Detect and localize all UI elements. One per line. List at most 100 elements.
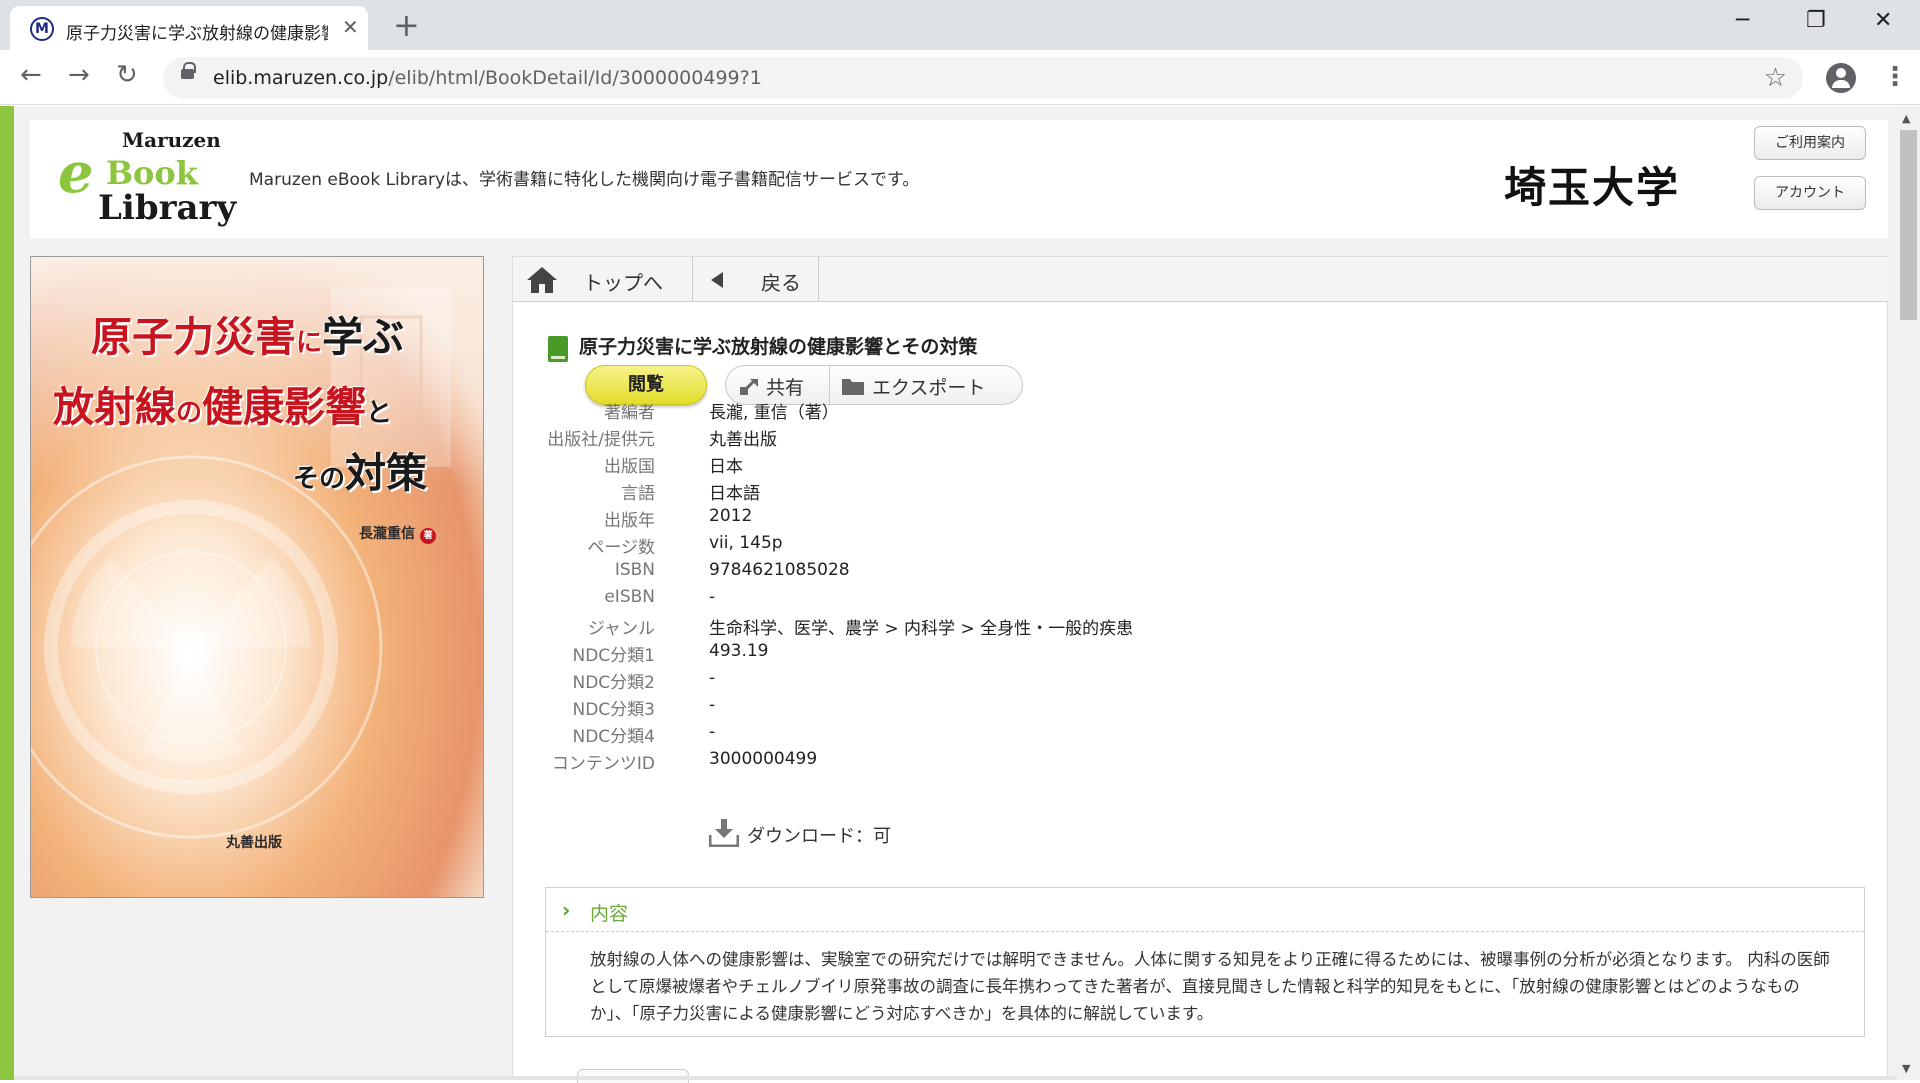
share-icon — [740, 379, 758, 395]
browser-tab-active[interactable]: M 原子力災害に学ぶ放射線の健康影響とその対策 ✕ — [10, 6, 368, 50]
download-icon — [709, 819, 739, 847]
share-label: 共有 — [766, 377, 805, 399]
metadata-value: 長瀧, 重信（著） — [709, 403, 839, 423]
cover-author: 長瀧重信 著 — [359, 523, 437, 544]
logo-text-library: Library — [98, 188, 237, 228]
browser-menu-icon[interactable]: ⋮ — [1882, 62, 1908, 92]
browser-tabstrip: M 原子力災害に学ぶ放射線の健康影響とその対策 ✕ + ─ ❐ ✕ — [0, 0, 1920, 50]
metadata-row: eISBN - — [513, 587, 1413, 614]
cover-title-1c: 学ぶ — [322, 313, 405, 361]
book-icon — [548, 336, 568, 362]
bookmark-star-icon[interactable]: ☆ — [1764, 63, 1787, 93]
minimize-window-button[interactable]: ─ — [1736, 8, 1749, 33]
metadata-row: 出版社/提供元 丸善出版 — [513, 425, 1413, 452]
cover-author-badge: 著 — [420, 528, 437, 544]
metadata-row: ページ数 vii, 145p — [513, 533, 1413, 560]
metadata-value: 2012 — [709, 506, 753, 526]
maruzen-ebook-library-logo[interactable]: Maruzen e Book Library — [54, 126, 254, 230]
metadata-value: 3000000499 — [709, 749, 818, 769]
cover-publisher: 丸善出版 — [226, 835, 282, 851]
cover-author-name: 長瀧重信 — [359, 526, 415, 542]
logo-text-book: Book — [106, 154, 198, 192]
content-section-toggle[interactable]: › 内容 — [546, 888, 1864, 932]
metadata-label: NDC分類1 — [572, 646, 656, 666]
metadata-row: ジャンル 生命科学、医学、農学 > 内科学 > 全身性・一般的疾患 — [513, 614, 1413, 641]
metadata-row: 出版国 日本 — [513, 452, 1413, 479]
nav-top-label: トップへ — [583, 271, 663, 295]
tab-title: 原子力災害に学ぶ放射線の健康影響とその対策 — [66, 24, 328, 44]
metadata-value: - — [709, 695, 716, 715]
institution-name: 埼玉大学 — [1504, 163, 1681, 212]
restore-window-button[interactable]: ❐ — [1806, 8, 1826, 33]
horizontal-scrollbar[interactable] — [14, 1076, 1897, 1080]
tab-close-icon[interactable]: ✕ — [342, 15, 359, 39]
metadata-row: 出版年 2012 — [513, 506, 1413, 533]
metadata-value: 493.19 — [709, 641, 769, 661]
book-cover-image[interactable]: 原子力災害に学ぶ 放射線の健康影響と その対策 長瀧重信 著 丸善出版 — [30, 256, 484, 898]
site-tagline: Maruzen eBook Libraryは、学術書籍に特化した機関向け電子書籍… — [249, 170, 920, 190]
cover-title-1b: に — [296, 328, 323, 358]
cover-title-3a: その — [293, 464, 346, 494]
new-tab-button[interactable]: + — [393, 7, 420, 43]
vertical-scrollbar[interactable]: ▲ ▼ — [1897, 106, 1920, 1080]
metadata-label: NDC分類4 — [572, 727, 656, 747]
metadata-value: - — [709, 587, 716, 607]
cover-title-1a: 原子力災害 — [91, 313, 296, 361]
metadata-row: NDC分類1 493.19 — [513, 641, 1413, 668]
metadata-value: 9784621085028 — [709, 560, 850, 580]
metadata-value: - — [709, 668, 716, 688]
scroll-down-arrow-icon[interactable]: ▼ — [1902, 1062, 1910, 1075]
back-triangle-icon — [711, 272, 723, 288]
address-bar[interactable]: elib.maruzen.co.jp/elib/html/BookDetail/… — [163, 57, 1803, 99]
reload-icon[interactable]: ↻ — [116, 60, 138, 90]
download-label: ダウンロード：可 — [747, 826, 891, 847]
book-detail-panel: トップへ 戻る 原子力災害に学ぶ放射線の健康影響とその対策 閲覧 共有 エクスポ… — [512, 256, 1889, 1083]
metadata-label: 著編者 — [604, 403, 655, 423]
metadata-label: 言語 — [621, 484, 655, 504]
scrollbar-thumb[interactable] — [1900, 130, 1917, 320]
accent-sidebar-strip — [0, 106, 14, 1080]
metadata-label: コンテンツID — [551, 754, 655, 774]
metadata-row: NDC分類4 - — [513, 722, 1413, 749]
account-button[interactable]: アカウント — [1754, 176, 1866, 210]
content-section-title: 内容 — [590, 903, 629, 925]
url-text: elib.maruzen.co.jp/elib/html/BookDetail/… — [213, 67, 762, 89]
cover-title-2d: と — [366, 398, 393, 428]
metadata-value: 丸善出版 — [709, 430, 777, 450]
logo-text-e: e — [58, 140, 94, 206]
metadata-value: 日本 — [709, 457, 743, 477]
cover-title-line-3: その対策 — [293, 439, 427, 499]
nav-back-link[interactable]: 戻る — [693, 257, 819, 302]
content-section: › 内容 放射線の人体への健康影響は、実験室での研究だけでは解明できません。人体… — [545, 887, 1865, 1037]
folder-icon — [842, 379, 864, 395]
url-domain: elib.maruzen.co.jp — [213, 67, 389, 89]
metadata-label: ページ数 — [587, 538, 655, 558]
page-viewport: Maruzen e Book Library Maruzen eBook Lib… — [0, 106, 1920, 1083]
guide-button[interactable]: ご利用案内 — [1754, 126, 1866, 160]
metadata-row: ISBN 9784621085028 — [513, 560, 1413, 587]
lock-icon — [181, 62, 196, 79]
profile-avatar-icon[interactable] — [1826, 63, 1856, 93]
metadata-label: NDC分類2 — [572, 673, 656, 693]
cover-title-2a: 放射線 — [53, 383, 176, 431]
metadata-label: eISBN — [604, 587, 655, 607]
home-icon — [527, 267, 557, 293]
metadata-value: 日本語 — [709, 484, 760, 504]
close-window-button[interactable]: ✕ — [1874, 8, 1892, 33]
cover-title-line-1: 原子力災害に学ぶ — [91, 303, 404, 363]
back-arrow-icon[interactable]: ← — [20, 60, 42, 90]
maruzen-favicon-icon: M — [30, 17, 54, 41]
nav-back-label: 戻る — [761, 271, 801, 295]
metadata-label: ISBN — [614, 560, 655, 580]
metadata-row: NDC分類3 - — [513, 695, 1413, 722]
scroll-up-arrow-icon[interactable]: ▲ — [1902, 112, 1910, 125]
metadata-label: 出版社/提供元 — [547, 430, 655, 450]
logo-text-maruzen: Maruzen — [122, 128, 221, 152]
cover-title-2b: の — [176, 398, 203, 428]
nav-top-link[interactable]: トップへ — [513, 257, 693, 302]
metadata-row: 言語 日本語 — [513, 479, 1413, 506]
metadata-label: ジャンル — [587, 619, 655, 639]
cover-title-line-2: 放射線の健康影響と — [53, 373, 392, 433]
book-title: 原子力災害に学ぶ放射線の健康影響とその対策 — [579, 336, 978, 358]
forward-arrow-icon[interactable]: → — [68, 60, 90, 90]
